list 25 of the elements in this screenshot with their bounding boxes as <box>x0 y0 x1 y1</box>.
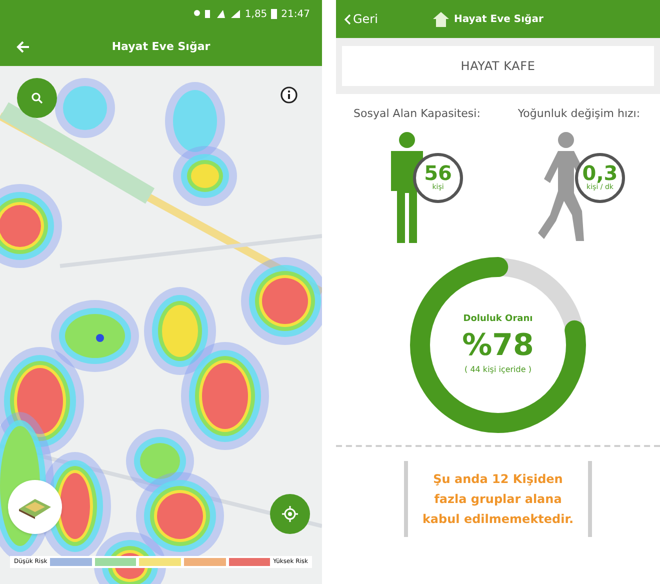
app-title: Hayat Eve Sığar <box>110 38 212 55</box>
chevron-left-icon <box>344 14 351 24</box>
venue-name: HAYAT KAFE <box>342 46 654 86</box>
location-target-icon <box>282 506 298 522</box>
data-speed: 1,85 <box>244 8 268 22</box>
house-icon <box>432 11 450 27</box>
notice-text: Şu anda 12 Kişiden fazla gruplar alana kabul edilmemektedir. <box>421 470 575 528</box>
stat-value: 56 <box>424 163 452 184</box>
info-icon[interactable] <box>280 86 298 104</box>
occupancy-detail: ( 44 kişi içeride ) <box>464 364 532 376</box>
stat-label: Yoğunluk değişim hızı: <box>518 106 640 122</box>
back-button[interactable]: Geri <box>344 10 378 28</box>
battery-icon <box>271 9 278 19</box>
heat-spot <box>55 78 115 138</box>
heat-spot <box>173 146 237 206</box>
search-icon <box>31 92 43 104</box>
status-icons <box>192 9 241 19</box>
stat-value: 0,3 <box>582 163 618 184</box>
nav-title: Hayat Eve Sığar <box>454 12 544 26</box>
clock: 21:47 <box>281 8 310 22</box>
user-location-dot <box>96 334 104 342</box>
occupancy-percent: %78 <box>462 326 534 364</box>
stat-label: Sosyal Alan Kapasitesi: <box>354 106 480 122</box>
back-arrow-icon[interactable] <box>16 40 30 54</box>
occupancy-label: Doluluk Oranı <box>463 313 533 326</box>
